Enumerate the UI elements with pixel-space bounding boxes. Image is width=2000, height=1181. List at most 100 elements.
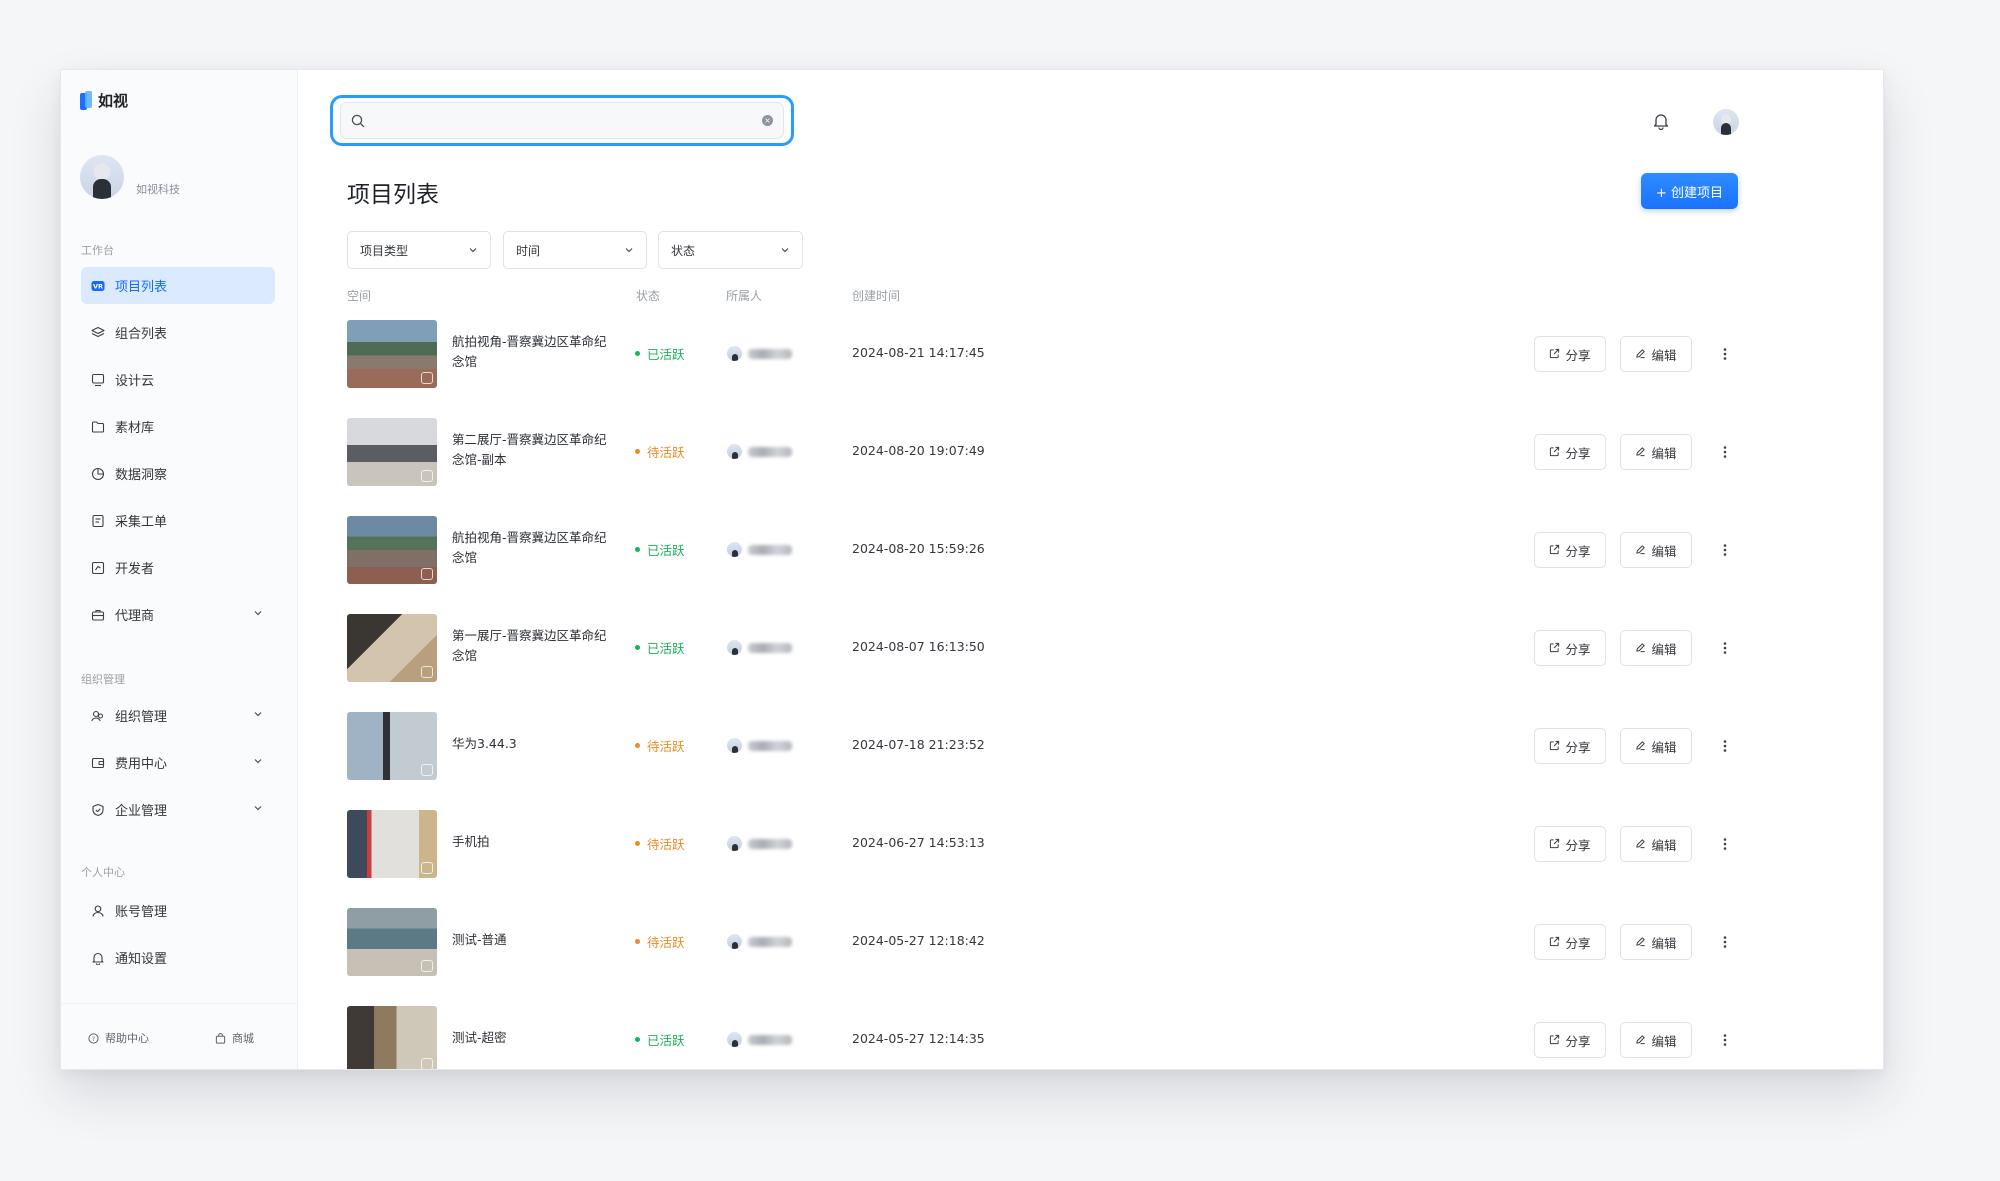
table-row[interactable]: 手机拍 待活跃 2024-06-27 14:53:13 分享 编辑 bbox=[61, 810, 1883, 908]
status-badge: 待活跃 bbox=[635, 442, 685, 461]
table-row[interactable]: 第一展厅-晋察冀边区革命纪念馆 已活跃 2024-08-07 16:13:50 … bbox=[61, 614, 1883, 712]
share-icon bbox=[1549, 739, 1560, 754]
filter-project-type[interactable]: 项目类型 bbox=[347, 231, 491, 269]
edit-label: 编辑 bbox=[1651, 1033, 1677, 1049]
vr-icon: VR bbox=[91, 279, 105, 293]
more-options-icon[interactable] bbox=[1715, 932, 1735, 952]
edit-button[interactable]: 编辑 bbox=[1620, 630, 1692, 666]
table-row[interactable]: 测试-超密 已活跃 2024-05-27 12:14:35 分享 编辑 bbox=[61, 1006, 1883, 1069]
space-name[interactable]: 测试-普通 bbox=[452, 930, 612, 950]
edit-icon bbox=[1635, 543, 1646, 558]
space-thumbnail[interactable] bbox=[347, 810, 437, 878]
owner-avatar bbox=[727, 542, 742, 557]
search-box[interactable]: × bbox=[340, 102, 784, 139]
profile[interactable]: 如视科技 bbox=[80, 155, 180, 199]
filter-time-label: 时间 bbox=[516, 243, 541, 258]
more-options-icon[interactable] bbox=[1715, 540, 1735, 560]
space-name[interactable]: 测试-超密 bbox=[452, 1028, 612, 1048]
edit-button[interactable]: 编辑 bbox=[1620, 434, 1692, 470]
edit-button[interactable]: 编辑 bbox=[1620, 728, 1692, 764]
space-name[interactable]: 航拍视角-晋察冀边区革命纪念馆 bbox=[452, 332, 612, 372]
section-label-workbench: 工作台 bbox=[81, 244, 114, 257]
space-thumbnail[interactable] bbox=[347, 516, 437, 584]
edit-label: 编辑 bbox=[1651, 837, 1677, 853]
pano-icon bbox=[421, 960, 433, 972]
brand[interactable]: 如视 bbox=[80, 90, 128, 111]
space-thumbnail[interactable] bbox=[347, 614, 437, 682]
sidebar-item-0[interactable]: VR 项目列表 bbox=[81, 267, 275, 304]
edit-button[interactable]: 编辑 bbox=[1620, 532, 1692, 568]
table-row[interactable]: 华为3.44.3 待活跃 2024-07-18 21:23:52 分享 编辑 bbox=[61, 712, 1883, 810]
edit-label: 编辑 bbox=[1651, 641, 1677, 657]
edit-icon bbox=[1635, 739, 1646, 754]
share-button[interactable]: 分享 bbox=[1534, 532, 1606, 568]
space-name[interactable]: 手机拍 bbox=[452, 832, 612, 852]
created-time: 2024-06-27 14:53:13 bbox=[852, 835, 985, 850]
share-button[interactable]: 分享 bbox=[1534, 630, 1606, 666]
share-button[interactable]: 分享 bbox=[1534, 924, 1606, 960]
more-options-icon[interactable] bbox=[1715, 736, 1735, 756]
owner bbox=[727, 346, 792, 361]
space-thumbnail[interactable] bbox=[347, 1006, 437, 1069]
table-row[interactable]: 航拍视角-晋察冀边区革命纪念馆 已活跃 2024-08-21 14:17:45 … bbox=[61, 320, 1883, 418]
created-time: 2024-05-27 12:14:35 bbox=[852, 1031, 985, 1046]
owner bbox=[727, 934, 792, 949]
create-project-button[interactable]: + 创建项目 bbox=[1641, 173, 1738, 209]
created-time: 2024-07-18 21:23:52 bbox=[852, 737, 985, 752]
share-button[interactable]: 分享 bbox=[1534, 728, 1606, 764]
share-label: 分享 bbox=[1565, 935, 1591, 951]
owner-name-redacted bbox=[748, 544, 792, 555]
share-button[interactable]: 分享 bbox=[1534, 826, 1606, 862]
avatar[interactable] bbox=[80, 155, 124, 199]
brand-name: 如视 bbox=[98, 92, 129, 110]
edit-button[interactable]: 编辑 bbox=[1620, 924, 1692, 960]
edit-icon bbox=[1635, 837, 1646, 852]
edit-label: 编辑 bbox=[1651, 445, 1677, 461]
search-icon bbox=[351, 114, 365, 127]
table-row[interactable]: 第二展厅-晋察冀边区革命纪念馆-副本 待活跃 2024-08-20 19:07:… bbox=[61, 418, 1883, 516]
space-thumbnail[interactable] bbox=[347, 908, 437, 976]
filter-status[interactable]: 状态 bbox=[658, 231, 803, 269]
space-name[interactable]: 航拍视角-晋察冀边区革命纪念馆 bbox=[452, 528, 612, 568]
more-options-icon[interactable] bbox=[1715, 834, 1735, 854]
edit-button[interactable]: 编辑 bbox=[1620, 826, 1692, 862]
edit-label: 编辑 bbox=[1651, 347, 1677, 363]
status-badge: 待活跃 bbox=[635, 736, 685, 755]
share-button[interactable]: 分享 bbox=[1534, 1022, 1606, 1058]
owner bbox=[727, 836, 792, 851]
brand-logo-icon bbox=[80, 91, 93, 110]
share-label: 分享 bbox=[1565, 445, 1591, 461]
user-avatar[interactable] bbox=[1713, 109, 1739, 135]
filter-time[interactable]: 时间 bbox=[503, 231, 647, 269]
pano-icon bbox=[421, 666, 433, 678]
share-label: 分享 bbox=[1565, 641, 1591, 657]
space-thumbnail[interactable] bbox=[347, 712, 437, 780]
clear-search-icon[interactable]: × bbox=[762, 115, 773, 126]
created-time: 2024-08-07 16:13:50 bbox=[852, 639, 985, 654]
more-options-icon[interactable] bbox=[1715, 344, 1735, 364]
share-button[interactable]: 分享 bbox=[1534, 434, 1606, 470]
owner bbox=[727, 1032, 792, 1047]
edit-button[interactable]: 编辑 bbox=[1620, 1022, 1692, 1058]
more-options-icon[interactable] bbox=[1715, 638, 1735, 658]
more-options-icon[interactable] bbox=[1715, 442, 1735, 462]
notification-bell-icon[interactable] bbox=[1653, 112, 1669, 130]
column-header-space: 空间 bbox=[347, 289, 372, 303]
status-label: 待活跃 bbox=[647, 739, 685, 754]
space-name[interactable]: 华为3.44.3 bbox=[452, 734, 612, 754]
space-name[interactable]: 第一展厅-晋察冀边区革命纪念馆 bbox=[452, 626, 612, 666]
status-dot bbox=[635, 351, 640, 356]
table-row[interactable]: 航拍视角-晋察冀边区革命纪念馆 已活跃 2024-08-20 15:59:26 … bbox=[61, 516, 1883, 614]
space-thumbnail[interactable] bbox=[347, 418, 437, 486]
chevron-down-icon bbox=[469, 248, 477, 253]
share-icon bbox=[1549, 935, 1560, 950]
space-thumbnail[interactable] bbox=[347, 320, 437, 388]
more-options-icon[interactable] bbox=[1715, 1030, 1735, 1050]
edit-button[interactable]: 编辑 bbox=[1620, 336, 1692, 372]
search-input[interactable] bbox=[373, 113, 754, 128]
table-row[interactable]: 测试-普通 待活跃 2024-05-27 12:18:42 分享 编辑 bbox=[61, 908, 1883, 1006]
svg-text:VR: VR bbox=[93, 282, 103, 290]
owner-avatar bbox=[727, 1032, 742, 1047]
share-button[interactable]: 分享 bbox=[1534, 336, 1606, 372]
space-name[interactable]: 第二展厅-晋察冀边区革命纪念馆-副本 bbox=[452, 430, 612, 470]
